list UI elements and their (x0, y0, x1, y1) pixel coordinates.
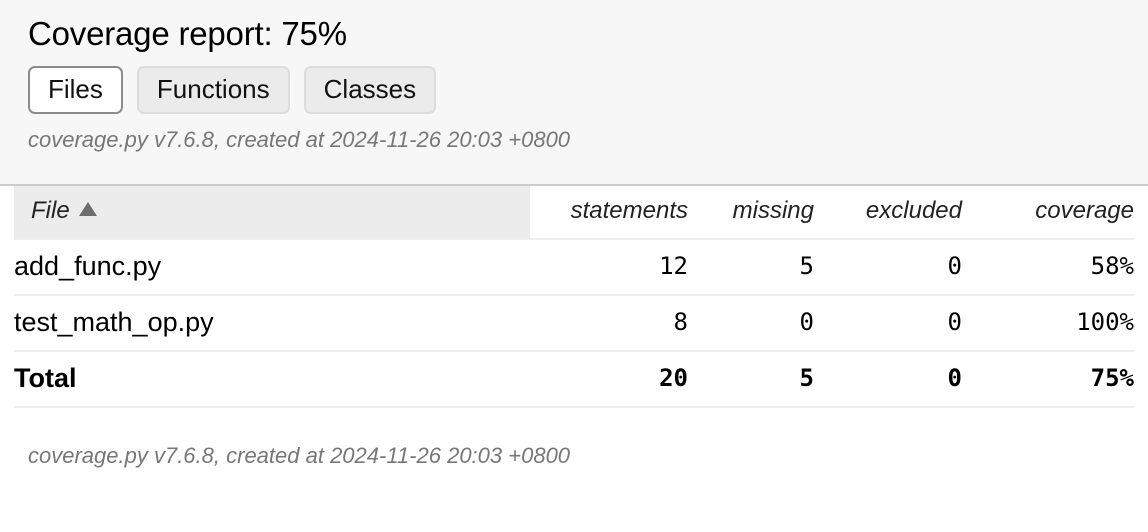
cell-statements: 8 (530, 294, 688, 351)
cell-file[interactable]: add_func.py (14, 238, 530, 295)
page-header: Coverage report: 75% Files Functions Cla… (0, 0, 1148, 186)
cell-total-coverage: 75% (962, 350, 1134, 406)
coverage-table: File statements missing excluded coverag… (14, 186, 1134, 406)
view-tabs: Files Functions Classes (28, 66, 1148, 114)
column-header-excluded[interactable]: excluded (814, 186, 962, 239)
coverage-table-region: File statements missing excluded coverag… (0, 186, 1148, 406)
footer-coverage-meta: coverage.py v7.6.8, created at 2024-11-2… (28, 443, 571, 468)
cell-excluded: 0 (814, 238, 962, 295)
cell-coverage: 100% (962, 294, 1134, 351)
triangle-up-icon (78, 202, 97, 216)
cell-total-missing: 5 (688, 350, 814, 406)
page-title: Coverage report: 75% (28, 15, 347, 52)
tab-files[interactable]: Files (28, 66, 123, 114)
column-header-statements[interactable]: statements (530, 186, 688, 239)
table-total-row: Total 20 5 0 75% (14, 350, 1134, 406)
cell-missing: 0 (688, 294, 814, 351)
cell-file[interactable]: test_math_op.py (14, 294, 530, 351)
column-header-file-label: File (31, 197, 70, 224)
table-header-row: File statements missing excluded coverag… (14, 186, 1134, 239)
cell-total-excluded: 0 (814, 350, 962, 406)
cell-total-label: Total (14, 350, 530, 406)
table-body: add_func.py 12 5 0 58% test_math_op.py 8… (14, 238, 1134, 351)
cell-coverage: 58% (962, 238, 1134, 295)
cell-missing: 5 (688, 238, 814, 295)
table-foot: Total 20 5 0 75% (14, 350, 1134, 406)
cell-total-statements: 20 (530, 350, 688, 406)
column-header-file[interactable]: File (14, 186, 530, 239)
cell-excluded: 0 (814, 294, 962, 351)
cell-statements: 12 (530, 238, 688, 295)
tab-classes[interactable]: Classes (303, 66, 437, 114)
tab-functions[interactable]: Functions (136, 66, 290, 114)
page-footer: coverage.py v7.6.8, created at 2024-11-2… (0, 408, 1148, 470)
table-row[interactable]: test_math_op.py 8 0 0 100% (14, 294, 1134, 351)
header-coverage-meta: coverage.py v7.6.8, created at 2024-11-2… (28, 127, 571, 152)
column-header-missing[interactable]: missing (688, 186, 814, 239)
table-head: File statements missing excluded coverag… (14, 186, 1134, 239)
table-row[interactable]: add_func.py 12 5 0 58% (14, 238, 1134, 295)
column-header-coverage[interactable]: coverage (962, 186, 1134, 239)
